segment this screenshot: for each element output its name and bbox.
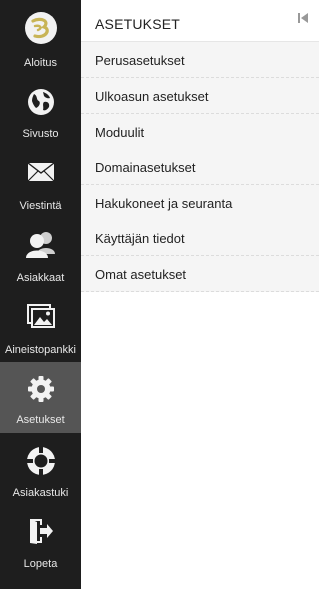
menu-item-label: Moduulit: [95, 125, 145, 140]
sidebar-item-label: Aloitus: [23, 57, 58, 69]
sidebar-item-lopeta[interactable]: Lopeta: [0, 504, 81, 575]
menu-item-kayttajan-tiedot[interactable]: Käyttäjän tiedot: [81, 220, 319, 256]
sidebar-item-label: Sivusto: [22, 128, 59, 140]
menu-item-label: Ulkoasun asetukset: [95, 89, 209, 104]
menu-item-label: Käyttäjän tiedot: [95, 231, 185, 246]
globe-icon: [27, 88, 55, 116]
sidebar-item-asiakkaat[interactable]: Asiakkaat: [0, 213, 81, 284]
sidebar-item-asiakastuki[interactable]: Asiakastuki: [0, 433, 81, 504]
settings-panel: ASETUKSET Perusasetukset Ulkoasun asetuk…: [81, 0, 319, 589]
sidebar-item-label: Viestintä: [19, 200, 62, 212]
sidebar-item-asetukset[interactable]: Asetukset: [0, 362, 81, 433]
menu-item-omat-asetukset[interactable]: Omat asetukset: [81, 256, 319, 292]
collapse-left-icon: [298, 13, 308, 23]
users-icon: [25, 230, 57, 258]
sidebar-item-label: Lopeta: [23, 558, 58, 570]
panel-title: ASETUKSET: [95, 16, 181, 32]
sidebar-item-label: Aineistopankki: [5, 344, 76, 356]
menu-item-label: Perusasetukset: [95, 53, 185, 68]
lifebuoy-icon: [26, 446, 56, 476]
menu-item-label: Domainasetukset: [95, 160, 196, 175]
sidebar-item-aloitus[interactable]: Aloitus: [0, 0, 81, 71]
sidebar-item-label: Asiakastuki: [12, 487, 69, 499]
logout-icon: [28, 518, 54, 544]
menu-item-label: Omat asetukset: [95, 267, 187, 282]
sidebar-item-viestinta[interactable]: Viestintä: [0, 142, 81, 213]
logo-icon: [24, 11, 58, 45]
envelope-icon: [27, 162, 55, 182]
menu-item-ulkoasun-asetukset[interactable]: Ulkoasun asetukset: [81, 78, 319, 114]
menu-item-perusasetukset[interactable]: Perusasetukset: [81, 42, 319, 78]
menu-item-moduulit[interactable]: Moduulit: [81, 114, 319, 150]
sidebar-item-label: Asiakkaat: [16, 272, 65, 284]
images-icon: [26, 304, 55, 328]
sidebar-item-label: Asetukset: [16, 414, 65, 426]
gear-icon: [27, 375, 55, 403]
collapse-panel-button[interactable]: [297, 11, 309, 23]
sidebar: Aloitus Sivusto Viestintä Asiakkaat Aine…: [0, 0, 81, 589]
sidebar-item-sivusto[interactable]: Sivusto: [0, 71, 81, 142]
menu-item-hakukoneet-ja-seuranta[interactable]: Hakukoneet ja seuranta: [81, 185, 319, 221]
menu-item-domainasetukset[interactable]: Domainasetukset: [81, 149, 319, 185]
sidebar-item-aineistopankki[interactable]: Aineistopankki: [0, 284, 81, 356]
menu-item-label: Hakukoneet ja seuranta: [95, 196, 233, 211]
panel-header: ASETUKSET: [81, 0, 319, 42]
